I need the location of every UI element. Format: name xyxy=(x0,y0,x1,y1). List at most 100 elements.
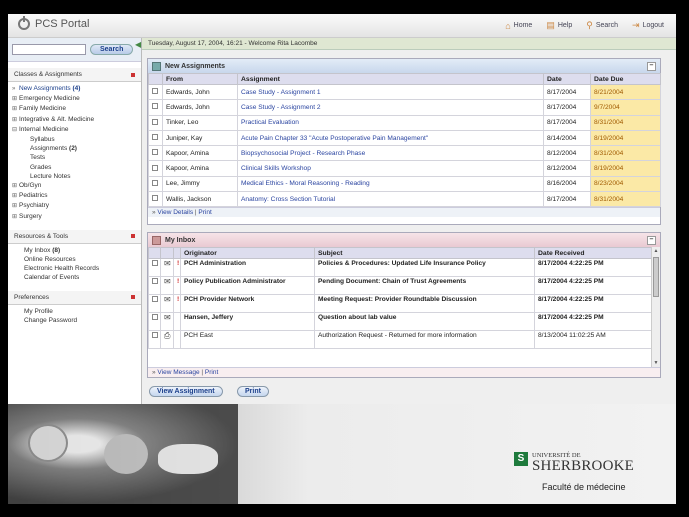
column-header[interactable]: Assignment xyxy=(237,73,544,85)
sidebar-item[interactable]: ⊟ Internal Medicine xyxy=(8,125,141,135)
table-row[interactable]: ⎙ PCH East Authorization Request - Returne… xyxy=(148,330,653,349)
view-assignment-button[interactable]: View Assignment xyxy=(149,386,223,397)
table-row[interactable]: Edwards, John Case Study - Assignment 1 8/… xyxy=(148,83,661,101)
subject-cell[interactable]: Authorization Request - Returned for mor… xyxy=(314,330,535,349)
expand-icon[interactable]: ⊞ xyxy=(12,116,19,125)
assignment-link[interactable]: Case Study - Assignment 1 xyxy=(237,83,544,101)
view-details-link[interactable]: View Details xyxy=(157,209,193,216)
nav-help[interactable]: ▤ Help xyxy=(546,20,572,31)
table-row[interactable]: Lee, Jimmy Medical Ethics - Moral Reasoni… xyxy=(148,175,661,193)
column-header[interactable]: Date Received xyxy=(534,247,653,259)
assignment-link[interactable]: Anatomy: Cross Section Tutorial xyxy=(237,191,544,208)
print-inbox-link[interactable]: Print xyxy=(205,369,218,376)
from-cell: Wallis, Jackson xyxy=(162,191,238,208)
row-checkbox[interactable] xyxy=(152,88,158,95)
sidebar-item[interactable]: ⊞ Emergency Medicine xyxy=(8,94,141,104)
column-header[interactable]: Date Due xyxy=(590,73,661,85)
sidebar-item[interactable]: Syllabus xyxy=(8,135,141,144)
section-close-icon[interactable] xyxy=(131,234,135,239)
print-button[interactable]: Print xyxy=(237,386,269,397)
originator-cell: Policy Publication Administrator xyxy=(180,276,315,295)
scroll-up-icon[interactable]: ▲ xyxy=(653,248,659,254)
section-close-icon[interactable] xyxy=(131,72,135,77)
table-row[interactable]: Kapoor, Amina Biopsychosocial Project - R… xyxy=(148,145,661,162)
search-input[interactable] xyxy=(12,44,86,55)
assignment-link[interactable]: Case Study - Assignment 2 xyxy=(237,99,544,116)
row-checkbox[interactable] xyxy=(152,179,158,186)
sidebar-item-count: (8) xyxy=(52,246,61,254)
table-row[interactable]: ✉ Hansen, Jeffery Question about lab value… xyxy=(148,312,653,331)
bullet-icon[interactable]: » xyxy=(12,85,19,94)
column-header[interactable]: Originator xyxy=(180,247,315,259)
assignment-link[interactable]: Practical Evaluation xyxy=(237,114,544,131)
column-header[interactable]: Subject xyxy=(314,247,535,259)
expand-icon[interactable]: ⊞ xyxy=(12,182,19,191)
table-row[interactable]: Edwards, John Case Study - Assignment 2 8/… xyxy=(148,99,661,116)
row-checkbox[interactable] xyxy=(152,278,158,284)
row-checkbox[interactable] xyxy=(152,260,158,266)
sidebar-item[interactable]: Tests xyxy=(8,153,141,162)
row-checkbox[interactable] xyxy=(152,164,158,171)
sidebar-item[interactable]: Lecture Notes xyxy=(8,172,141,181)
minimize-icon[interactable]: – xyxy=(647,235,656,245)
row-checkbox[interactable] xyxy=(152,314,158,320)
table-row[interactable]: Kapoor, Amina Clinical Skills Workshop 8/1… xyxy=(148,160,661,177)
expand-icon[interactable]: ⊞ xyxy=(12,202,19,211)
sidebar-item[interactable]: ⊞ Integrative & Alt. Medicine xyxy=(8,115,141,125)
table-row[interactable]: ✉! PCH Provider Network Meeting Request: P… xyxy=(148,294,653,313)
assignment-link[interactable]: Clinical Skills Workshop xyxy=(237,160,544,177)
sidebar-item[interactable]: Electronic Health Records xyxy=(8,264,141,273)
table-row[interactable]: ✉! PCH Administration Policies & Procedure… xyxy=(148,258,653,277)
assignment-link[interactable]: Medical Ethics - Moral Reasoning - Readi… xyxy=(237,175,544,193)
row-checkbox[interactable] xyxy=(152,296,158,302)
table-row[interactable]: Tinker, Leo Practical Evaluation 8/17/2004… xyxy=(148,114,661,131)
table-row[interactable]: Wallis, Jackson Anatomy: Cross Section Tu… xyxy=(148,191,661,208)
column-header[interactable]: Date xyxy=(543,73,591,85)
print-assignments-link[interactable]: Print xyxy=(198,209,211,216)
sidebar-item[interactable]: Calendar of Events xyxy=(8,273,141,282)
sidebar-item[interactable]: » New Assignments (4) xyxy=(8,84,141,94)
sidebar-item[interactable]: Online Resources xyxy=(8,255,141,264)
sidebar-item[interactable]: ⊞ Psychiatry xyxy=(8,201,141,211)
search-button[interactable]: Search xyxy=(90,44,134,55)
sidebar-item[interactable]: Change Password xyxy=(8,316,141,325)
expand-icon[interactable]: ⊞ xyxy=(12,95,19,104)
sidebar-item[interactable]: ⊞ Surgery xyxy=(8,212,141,222)
column-header[interactable]: From xyxy=(162,73,238,85)
subject-cell[interactable]: Pending Document: Chain of Trust Agreeme… xyxy=(314,276,535,295)
scroll-thumb[interactable] xyxy=(653,257,659,297)
subject-cell[interactable]: Question about lab value xyxy=(314,312,535,331)
sidebar-item[interactable]: ⊞ Ob/Gyn xyxy=(8,181,141,191)
view-message-link[interactable]: View Message xyxy=(157,369,199,376)
assignment-link[interactable]: Biopsychosocial Project - Research Phase xyxy=(237,145,544,162)
sidebar-item[interactable]: ⊞ Pediatrics xyxy=(8,191,141,201)
nav-logout[interactable]: ⇥ Logout xyxy=(632,20,664,31)
expand-icon[interactable]: ⊞ xyxy=(12,213,19,222)
minimize-icon[interactable]: – xyxy=(647,61,656,71)
sidebar-item[interactable]: Grades xyxy=(8,163,141,172)
subject-cell[interactable]: Policies & Procedures: Updated Life Insu… xyxy=(314,258,535,277)
expand-icon[interactable]: ⊞ xyxy=(12,105,19,114)
nav-search[interactable]: ⚲ Search xyxy=(586,20,618,31)
row-checkbox[interactable] xyxy=(152,134,158,141)
subject-cell[interactable]: Meeting Request: Provider Roundtable Dis… xyxy=(314,294,535,313)
table-row[interactable]: ✉! Policy Publication Administrator Pendin… xyxy=(148,276,653,295)
row-checkbox[interactable] xyxy=(152,103,158,110)
inbox-scrollbar[interactable]: ▲ ▼ xyxy=(651,247,660,367)
sidebar-item[interactable]: My Profile xyxy=(8,307,141,316)
table-row[interactable]: Juniper, Kay Acute Pain Chapter 33 "Acute… xyxy=(148,129,661,147)
sidebar-item[interactable]: My Inbox (8) xyxy=(8,246,141,255)
row-checkbox[interactable] xyxy=(152,332,158,338)
row-checkbox[interactable] xyxy=(152,195,158,202)
scroll-down-icon[interactable]: ▼ xyxy=(653,360,659,366)
sidebar-item[interactable]: Assignments (2) xyxy=(8,144,141,153)
section-close-icon[interactable] xyxy=(131,295,135,300)
expand-icon[interactable]: ⊟ xyxy=(12,126,19,135)
sidebar-item[interactable]: ⊞ Family Medicine xyxy=(8,104,141,114)
row-checkbox[interactable] xyxy=(152,149,158,156)
nav-home[interactable]: ⌂ Home xyxy=(505,20,532,31)
collapse-arrow-icon[interactable]: ◀ xyxy=(135,40,141,49)
expand-icon[interactable]: ⊞ xyxy=(12,192,19,201)
assignment-link[interactable]: Acute Pain Chapter 33 "Acute Postoperati… xyxy=(237,129,544,147)
row-checkbox[interactable] xyxy=(152,118,158,125)
